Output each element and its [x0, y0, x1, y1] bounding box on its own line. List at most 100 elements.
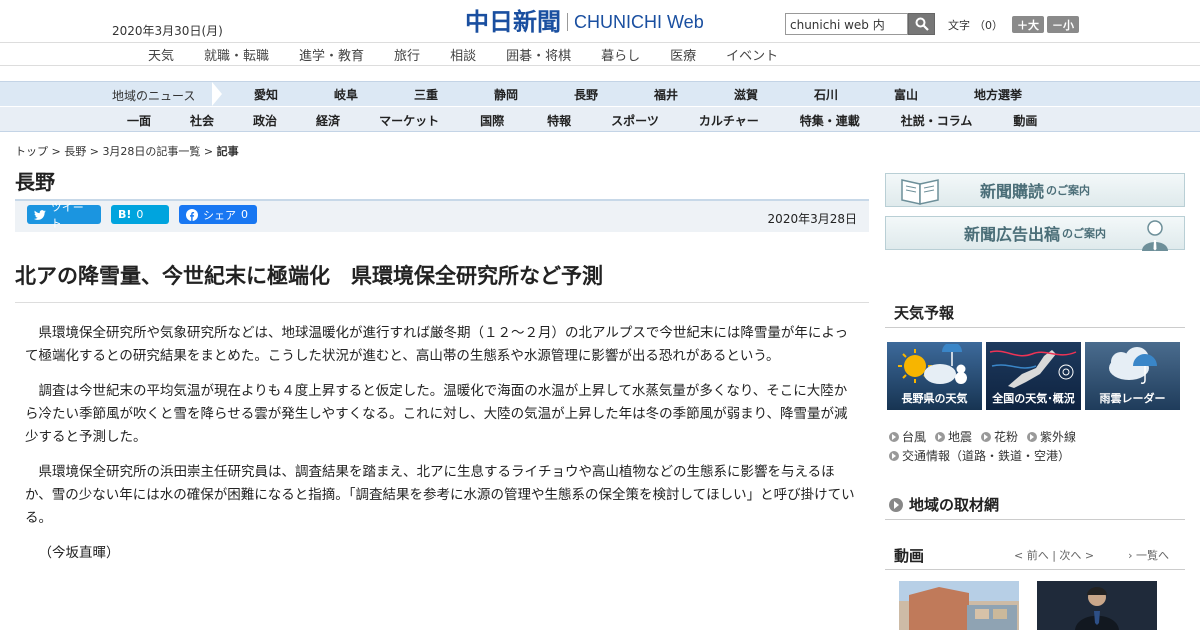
- breadcrumb-top[interactable]: トップ: [15, 145, 48, 158]
- article-byline: （今坂直暉）: [38, 545, 120, 561]
- region-item[interactable]: 滋賀: [734, 86, 814, 103]
- section-item[interactable]: 政治: [253, 112, 277, 129]
- weather-link-typhoon[interactable]: 台風: [889, 430, 926, 444]
- weather-tile-label: 全国の天気･概況: [992, 392, 1075, 405]
- weather-map-icon: [989, 350, 1077, 388]
- section-item[interactable]: 特集・連載: [800, 112, 860, 129]
- arrow-circle-icon: [981, 432, 992, 442]
- weather-link-uv[interactable]: 紫外線: [1027, 430, 1076, 444]
- weather-link-pollen[interactable]: 花粉: [981, 430, 1018, 444]
- sun-cloud-icon: [898, 344, 967, 384]
- search-icon: [915, 17, 929, 31]
- section-item[interactable]: スポーツ: [611, 112, 659, 129]
- region-item[interactable]: 岐阜: [334, 86, 414, 103]
- cat-nav-item[interactable]: 相談: [450, 45, 476, 64]
- arrow-circle-icon: [889, 432, 899, 442]
- video-title: 動画: [894, 547, 925, 565]
- region-nav-arrow: [212, 82, 222, 106]
- video-pager: < 前へ | 次へ >: [1014, 549, 1095, 562]
- region-item[interactable]: 静岡: [494, 86, 574, 103]
- video-thumbnail[interactable]: [1037, 581, 1157, 630]
- section-item[interactable]: 社会: [190, 112, 214, 129]
- video-thumbnail[interactable]: [899, 581, 1019, 630]
- region-item[interactable]: 地方選挙: [974, 86, 1054, 103]
- cat-nav-item[interactable]: イベント: [726, 45, 778, 64]
- section-item[interactable]: 社説・コラム: [901, 112, 973, 129]
- rain-cloud-icon: [1109, 347, 1157, 384]
- font-size-count: （0）: [974, 18, 1003, 32]
- section-nav: 一面 社会 政治 経済 マーケット 国際 特報 スポーツ カルチャー 特集・連載…: [0, 107, 1200, 132]
- arrow-circle-icon: [1027, 432, 1038, 442]
- section-item[interactable]: 特報: [547, 112, 571, 129]
- hatena-label: B!: [118, 208, 132, 221]
- region-item[interactable]: 三重: [414, 86, 494, 103]
- video-next-link[interactable]: 次へ >: [1059, 549, 1094, 562]
- section-item[interactable]: マーケット: [379, 112, 439, 129]
- cat-nav-item[interactable]: 進学・教育: [299, 45, 364, 64]
- section-item[interactable]: 国際: [480, 112, 504, 129]
- weather-links: 台風 地震 花粉 紫外線 交通情報（道路・鉄道・空港）: [889, 428, 1085, 466]
- facebook-icon: [186, 208, 198, 221]
- article-date: 2020年3月28日: [767, 212, 857, 226]
- breadcrumb-region[interactable]: 長野: [64, 145, 86, 158]
- video-prev-link[interactable]: < 前へ: [1014, 549, 1049, 562]
- site-logo[interactable]: 中日新聞 CHUNICHI Web: [465, 9, 704, 35]
- section-item[interactable]: カルチャー: [699, 112, 759, 129]
- header-date: 2020年3月30日(月): [112, 24, 223, 38]
- region-network-link[interactable]: 地域の取材網: [885, 490, 1185, 520]
- arrow-circle-icon: [889, 497, 903, 512]
- region-item[interactable]: 長野: [574, 86, 654, 103]
- section-item[interactable]: 一面: [127, 112, 151, 129]
- region-network-label: 地域の取材網: [909, 496, 1000, 514]
- subscribe-promo-label: 新聞購読: [979, 182, 1044, 201]
- newspaper-icon: [901, 179, 939, 205]
- weather-tile-national[interactable]: 全国の天気･概況: [986, 342, 1081, 410]
- article-headline: 北アの降雪量、今世紀末に極端化 県環境保全研究所など予測: [15, 260, 869, 303]
- logo-en: CHUNICHI Web: [574, 12, 704, 32]
- logo-jp: 中日新聞: [465, 8, 561, 36]
- font-larger-button[interactable]: ＋大: [1012, 16, 1044, 33]
- weather-tile-radar[interactable]: 雨雲レーダー: [1085, 342, 1180, 410]
- region-item[interactable]: 愛知: [254, 86, 334, 103]
- font-size-label: 文字: [948, 18, 970, 32]
- weather-link-earthquake[interactable]: 地震: [935, 430, 972, 444]
- region-item[interactable]: 石川: [814, 86, 894, 103]
- region-item[interactable]: 富山: [894, 86, 974, 103]
- hatena-count: 0: [136, 208, 144, 221]
- chevron-right-icon: ›: [1128, 549, 1136, 562]
- search-button[interactable]: [908, 13, 935, 35]
- cat-nav-item[interactable]: 天気: [148, 45, 174, 64]
- cat-nav-item[interactable]: 医療: [670, 45, 696, 64]
- tweet-label: ツイート: [50, 200, 84, 230]
- region-item[interactable]: 福井: [654, 86, 734, 103]
- video-thumbnail-image: [899, 581, 1019, 630]
- page-title: 長野: [15, 170, 55, 194]
- breadcrumb: トップ > 長野 > 3月28日の記事一覧 > 記事: [15, 145, 239, 158]
- hatena-bookmark-button[interactable]: B! 0: [111, 205, 169, 224]
- weather-tile-nagano[interactable]: 長野県の天気: [887, 342, 982, 410]
- cat-nav-item[interactable]: 旅行: [394, 45, 420, 64]
- video-all-link[interactable]: › 一覧へ: [1128, 547, 1169, 563]
- section-item[interactable]: 経済: [316, 112, 340, 129]
- tweet-button[interactable]: ツイート: [27, 201, 101, 230]
- article-paragraph: 調査は今世紀末の平均気温が現在よりも４度上昇すると仮定した。温暖化で海面の水温が…: [25, 383, 848, 445]
- video-section-header: 動画 < 前へ | 次へ > › 一覧へ: [885, 542, 1185, 570]
- weather-link-traffic[interactable]: 交通情報（道路・鉄道・空港）: [889, 449, 1070, 463]
- search-input[interactable]: [785, 13, 908, 35]
- weather-tile-label: 長野県の天気: [901, 392, 968, 405]
- region-nav-title[interactable]: 地域のニュース: [112, 87, 195, 104]
- breadcrumb-list[interactable]: 3月28日の記事一覧: [102, 145, 200, 158]
- cat-nav-item[interactable]: 暮らし: [601, 45, 640, 64]
- arrow-circle-icon: [889, 451, 899, 461]
- ad-promo-button[interactable]: 新聞広告出稿 のご案内: [885, 216, 1185, 251]
- site-header: 2020年3月30日(月) 中日新聞 CHUNICHI Web 文字 （0） ＋…: [0, 0, 1200, 42]
- weather-title: 天気予報: [885, 302, 1185, 328]
- font-smaller-button[interactable]: －小: [1047, 16, 1079, 33]
- cat-nav-item[interactable]: 就職・転職: [204, 45, 269, 64]
- facebook-share-button[interactable]: シェア 0: [179, 205, 257, 224]
- region-nav: 地域のニュース 愛知 岐阜 三重 静岡 長野 福井 滋賀 石川 富山 地方選挙: [0, 81, 1200, 106]
- subscribe-promo-button[interactable]: 新聞購読 のご案内: [885, 173, 1185, 207]
- section-item[interactable]: 動画: [1013, 112, 1037, 129]
- cat-nav-item[interactable]: 囲碁・将棋: [506, 45, 571, 64]
- social-bar: ツイート B! 0 シェア 0 2020年3月28日: [15, 199, 869, 232]
